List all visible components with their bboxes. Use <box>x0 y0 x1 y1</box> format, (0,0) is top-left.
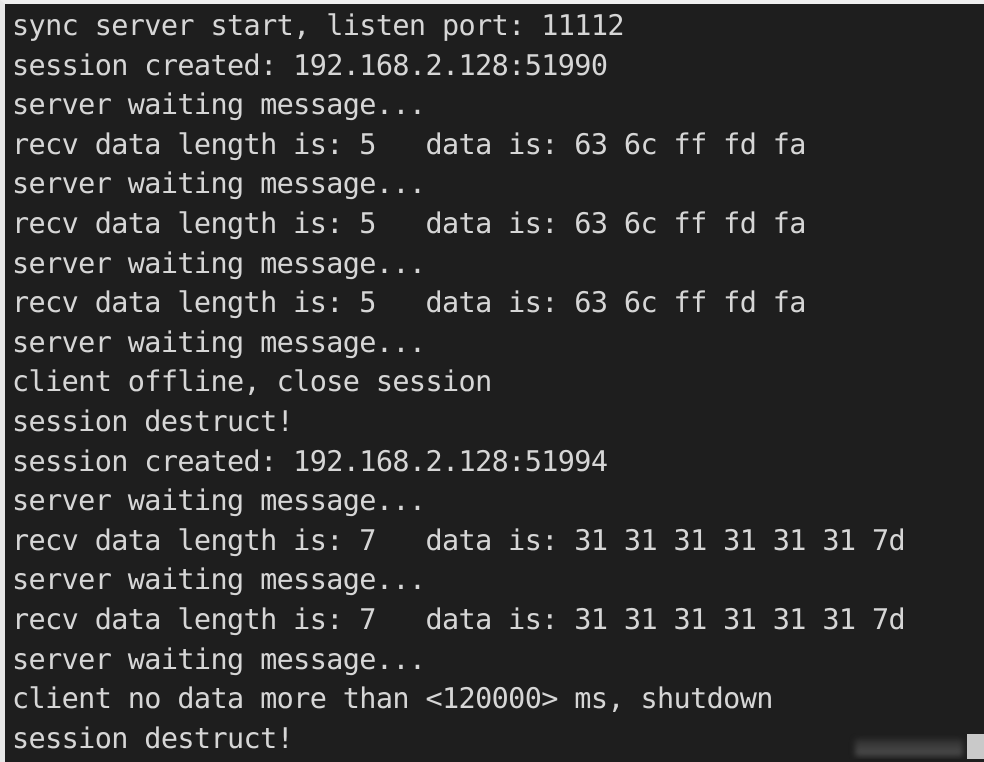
redaction-smudge <box>855 739 963 756</box>
log-line: server waiting message... <box>12 642 426 676</box>
log-line: session created: 192.168.2.128:51994 <box>12 444 608 478</box>
log-line: recv data length is: 5 data is: 63 6c ff… <box>12 206 806 240</box>
log-line: server waiting message... <box>12 484 426 518</box>
log-line: session destruct! <box>12 404 294 438</box>
log-line: server waiting message... <box>12 246 426 280</box>
console-output-log[interactable]: sync server start, listen port: 11112 ses… <box>12 6 984 758</box>
log-line: recv data length is: 7 data is: 31 31 31… <box>12 602 906 636</box>
log-line: sync server start, listen port: 11112 <box>12 9 625 42</box>
console-window[interactable]: sync server start, listen port: 11112 ses… <box>0 0 984 762</box>
log-line: server waiting message... <box>12 563 426 597</box>
log-line: recv data length is: 7 data is: 31 31 31… <box>12 523 906 557</box>
log-line: session destruct! <box>12 721 294 755</box>
log-line: recv data length is: 5 data is: 63 6c ff… <box>12 127 806 161</box>
log-line: server waiting message... <box>12 325 426 359</box>
log-line: client offline, close session <box>12 365 492 399</box>
log-line: client no data more than <120000> ms, sh… <box>12 682 773 716</box>
log-line: recv data length is: 5 data is: 63 6c ff… <box>12 286 806 320</box>
log-line: server waiting message... <box>12 167 426 201</box>
redaction-block <box>967 734 984 762</box>
log-line: session created: 192.168.2.128:51990 <box>12 48 608 82</box>
log-line: server waiting message... <box>12 88 426 122</box>
